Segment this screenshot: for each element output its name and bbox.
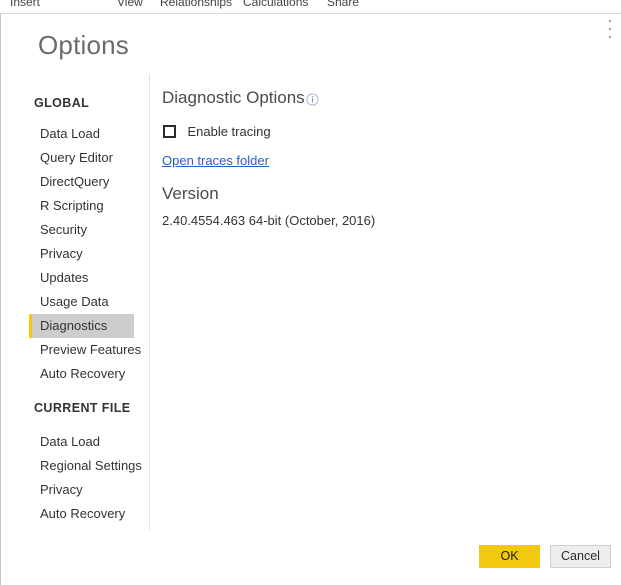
sidebar-item-usage-data[interactable]: Usage Data — [29, 290, 134, 314]
enable-tracing-row[interactable]: Enable tracing — [163, 123, 271, 139]
more-vertical-icon[interactable] — [605, 20, 615, 46]
sidebar-item-updates[interactable]: Updates — [29, 266, 134, 290]
ribbon-tab-share[interactable]: Share — [327, 0, 359, 13]
ribbon-tab-view[interactable]: View — [117, 0, 143, 13]
cancel-button[interactable]: Cancel — [550, 545, 611, 568]
app-ribbon-strip: Insert View Relationships Calculations Share — [0, 0, 621, 14]
page-title: Options — [38, 30, 130, 60]
sidebar-item-diagnostics[interactable]: Diagnostics — [29, 314, 134, 338]
sidebar-item-auto-recovery[interactable]: Auto Recovery — [29, 362, 134, 386]
sidebar-item-privacy[interactable]: Privacy — [29, 478, 134, 502]
info-circle-icon[interactable] — [306, 93, 319, 106]
ribbon-tab-calculations[interactable]: Calculations — [243, 0, 308, 13]
open-traces-folder-link[interactable]: Open traces folder — [162, 153, 269, 168]
enable-tracing-label: Enable tracing — [187, 124, 271, 139]
sidebar-group-heading-global: GLOBAL — [34, 96, 90, 110]
options-sidebar: GLOBAL Data Load Query Editor DirectQuery R … — [1, 74, 149, 534]
sidebar-item-privacy[interactable]: Privacy — [29, 242, 134, 266]
sidebar-item-auto-recovery[interactable]: Auto Recovery — [29, 502, 134, 526]
ribbon-tab-insert[interactable]: Insert — [10, 0, 40, 13]
enable-tracing-checkbox[interactable] — [163, 125, 176, 138]
sidebar-item-r-scripting[interactable]: R Scripting — [29, 194, 134, 218]
version-heading: Version — [162, 184, 219, 203]
diagnostic-options-heading: Diagnostic Options — [162, 88, 305, 107]
sidebar-group-heading-current-file: CURRENT FILE — [34, 401, 131, 415]
sidebar-item-security[interactable]: Security — [29, 218, 134, 242]
sidebar-item-preview-features[interactable]: Preview Features — [29, 338, 141, 362]
sidebar-item-query-editor[interactable]: Query Editor — [29, 146, 134, 170]
ribbon-tab-relationships[interactable]: Relationships — [160, 0, 232, 13]
ok-button[interactable]: OK — [479, 545, 540, 568]
options-content-pane: Diagnostic Options Enable tracing Open t… — [149, 74, 621, 534]
options-dialog-window: Insert View Relationships Calculations Share… — [0, 0, 621, 585]
sidebar-item-data-load[interactable]: Data Load — [29, 122, 134, 146]
options-dialog: Options GLOBAL Data Load Query Editor Direc… — [0, 14, 621, 585]
version-value: 2.40.4554.463 64-bit (October, 2016) — [162, 213, 376, 228]
sidebar-item-data-load[interactable]: Data Load — [29, 430, 134, 454]
sidebar-item-directquery[interactable]: DirectQuery — [29, 170, 134, 194]
sidebar-item-regional-settings[interactable]: Regional Settings — [29, 454, 142, 478]
